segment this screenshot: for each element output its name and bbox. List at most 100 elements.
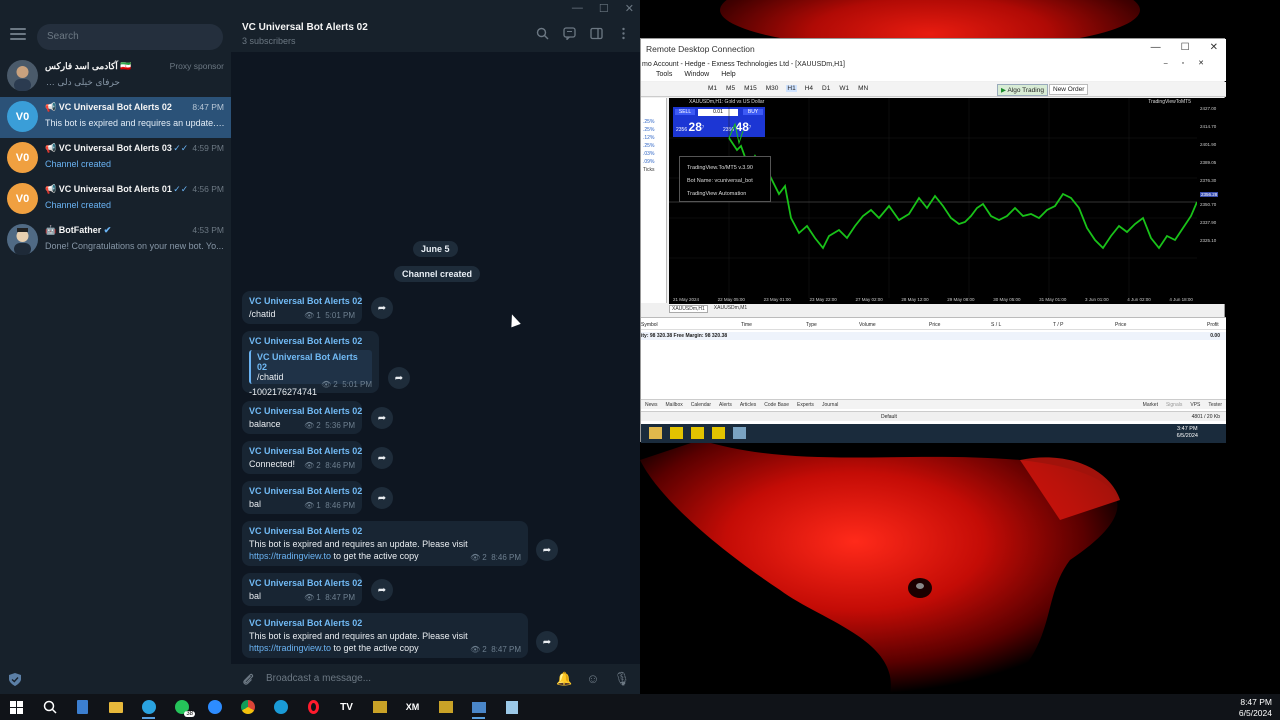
file-explorer-icon[interactable] [99,694,132,720]
tf-m15[interactable]: M15 [743,85,758,92]
mt5-app-icon[interactable] [712,427,725,439]
tab-experts[interactable]: Experts [797,402,814,408]
tab-news[interactable]: News [645,402,658,408]
minimize-icon[interactable]: — [1151,42,1161,53]
tf-d1[interactable]: D1 [821,85,831,92]
search-input[interactable]: Search [37,24,223,50]
message-link[interactable]: https://tradingview.to [249,643,331,653]
message[interactable]: VC Universal Bot Alerts 02 bal 👁 1 8:47 … [242,573,362,606]
menu-help[interactable]: Help [721,71,735,81]
price-chart[interactable]: XAUUSDm,H1: Gold vs US Dollar TradingVie… [669,98,1197,304]
tab-code-base[interactable]: Code Base [764,402,789,408]
chart-tabs: XAUUSDm,H1 XAUUSDm,M1 [669,305,747,313]
emoji-icon[interactable]: ☺ [586,671,599,687]
hamburger-menu-icon[interactable] [10,28,26,42]
chrome-icon[interactable] [231,694,264,720]
rdp-app-icon[interactable] [733,427,746,439]
attach-icon[interactable] [241,672,255,686]
maximize-icon[interactable]: ☐ [1181,42,1190,53]
edge-icon[interactable] [264,694,297,720]
tf-w1[interactable]: W1 [838,85,850,92]
folder-icon[interactable] [649,427,662,439]
tab-tester[interactable]: Tester [1208,402,1222,408]
tradingview-icon[interactable]: TV [330,694,363,720]
chat-item-alerts-02[interactable]: V0 📢 VC Universal Bot Alerts 02 8:47 PM … [0,97,231,138]
mt5-icon[interactable] [363,694,396,720]
forward-button[interactable]: ➦ [371,487,393,509]
message-input[interactable]: Broadcast a message... [266,673,371,684]
message[interactable]: VC Universal Bot Alerts 02 VC Universal … [242,331,379,397]
tab-articles[interactable]: Articles [740,402,756,408]
tf-m5[interactable]: M5 [725,85,736,92]
tab-journal[interactable]: Journal [822,402,838,408]
telegram-icon[interactable] [132,694,165,720]
mt5-icon[interactable] [429,694,462,720]
reply-preview[interactable]: VC Universal Bot Alerts 02 /chatid [249,350,372,384]
tab-signals[interactable]: Signals [1166,402,1182,408]
chat-item-botfather[interactable]: 🤖 BotFather ✔ 4:53 PM Done! Congratulati… [0,220,231,261]
message-link[interactable]: https://tradingview.to [249,551,331,561]
chart-tab-h1[interactable]: XAUUSDm,H1 [669,305,708,313]
tf-h1[interactable]: H1 [786,85,797,92]
chat-item-alerts-03[interactable]: V0 📢 VC Universal Bot Alerts 03 ✓✓ 4:59 P… [0,138,231,179]
bell-icon[interactable]: 🔔 [556,671,572,687]
shield-icon[interactable] [9,673,21,686]
forward-button[interactable]: ➦ [371,407,393,429]
search-icon[interactable] [33,694,66,720]
remote-desktop-icon[interactable] [462,694,495,720]
discussion-icon[interactable] [563,27,576,40]
more-options-icon[interactable] [617,27,630,40]
chart-tab-m1[interactable]: XAUUSDm,M1 [714,305,747,313]
mt5-titlebar: mo Account - Hedge - Exness Technologies… [641,59,1226,71]
algo-trading-button[interactable]: ▶ Algo Trading [997,84,1048,96]
whatsapp-icon[interactable]: 38 [165,694,198,720]
xm-icon[interactable]: XM [396,694,429,720]
tab-alerts[interactable]: Alerts [719,402,732,408]
message[interactable]: VC Universal Bot Alerts 02 This bot is e… [242,613,528,658]
tf-mn[interactable]: MN [857,85,869,92]
forward-button[interactable]: ➦ [371,579,393,601]
ticks-tab[interactable]: Ticks [643,166,666,174]
close-icon[interactable]: ✕ [1210,42,1218,53]
sidebar-toggle-icon[interactable] [590,27,603,40]
tab-calendar[interactable]: Calendar [691,402,711,408]
message[interactable]: VC Universal Bot Alerts 02 Connected! 👁 … [242,441,362,474]
forward-button[interactable]: ➦ [536,539,558,561]
opera-icon[interactable] [297,694,330,720]
close-icon[interactable]: ✕ [625,2,634,15]
remote-clock: 3:47 PM 6/5/2024 [1176,426,1198,439]
minimize-icon[interactable]: — [572,2,583,15]
forward-button[interactable]: ➦ [536,631,558,653]
new-order-button[interactable]: New Order [1049,84,1089,95]
tf-m30[interactable]: M30 [765,85,780,92]
bot-info-box: TradingView.To/MT5 v.3.90 Bot Name: vcun… [679,156,771,202]
menu-window[interactable]: Window [684,71,709,81]
search-icon[interactable] [536,27,549,40]
tab-market[interactable]: Market [1143,402,1158,408]
notepad-icon[interactable] [495,694,528,720]
mt5-window-controls[interactable]: –▫✕ [1164,59,1218,67]
forward-button[interactable]: ➦ [388,367,410,389]
message[interactable]: VC Universal Bot Alerts 02 /chatid 👁 1 5… [242,291,362,324]
start-icon[interactable] [0,694,33,720]
tf-h4[interactable]: H4 [804,85,814,92]
message[interactable]: VC Universal Bot Alerts 02 bal 👁 1 8:46 … [242,481,362,514]
microphone-icon[interactable]: 🎙 [613,671,630,687]
calculator-icon[interactable] [66,694,99,720]
chat-item-asad-forex[interactable]: آکادمی اسد فارکس 🇮🇷 Proxy sponsor حرفای … [0,56,231,97]
chat-title[interactable]: VC Universal Bot Alerts 02 [242,22,368,33]
forward-button[interactable]: ➦ [371,447,393,469]
tab-vps[interactable]: VPS [1190,402,1200,408]
forward-button[interactable]: ➦ [371,297,393,319]
mt5-app-icon[interactable] [670,427,683,439]
system-clock[interactable]: 8:47 PM 6/5/2024 [1239,697,1272,719]
mt5-app-icon[interactable] [691,427,704,439]
maximize-icon[interactable]: ☐ [599,2,609,15]
message[interactable]: VC Universal Bot Alerts 02 balance 👁 2 5… [242,401,362,434]
tf-m1[interactable]: M1 [707,85,718,92]
tab-mailbox[interactable]: Mailbox [666,402,683,408]
message[interactable]: VC Universal Bot Alerts 02 This bot is e… [242,521,528,566]
chat-item-alerts-01[interactable]: V0 📢 VC Universal Bot Alerts 01 ✓✓ 4:56 P… [0,179,231,220]
zoom-icon[interactable] [198,694,231,720]
menu-tools[interactable]: Tools [656,71,672,81]
